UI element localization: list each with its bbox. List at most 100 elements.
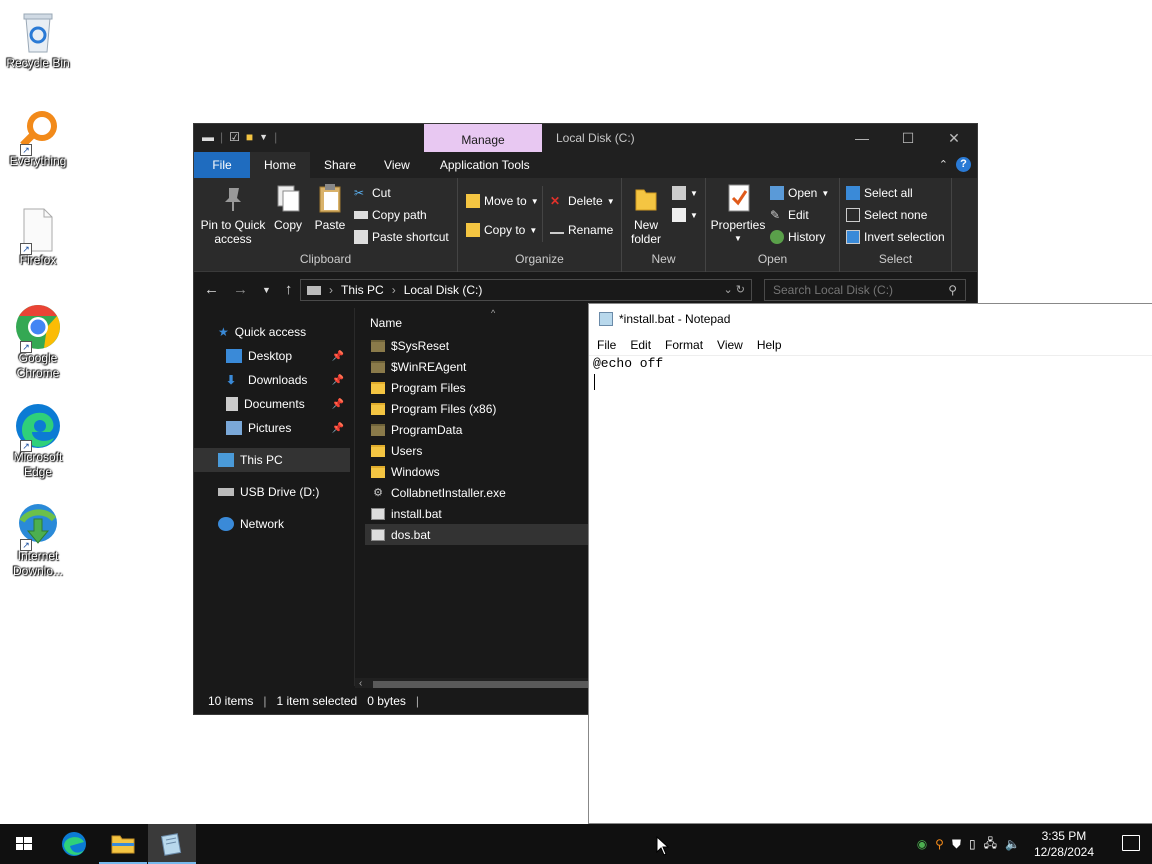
taskbar: ◉ ⚲ ⛊ ▯ 🖧 🔈 3:35 PM 12/28/2024 (0, 824, 1152, 864)
forward-arrow-icon[interactable]: → (233, 281, 248, 299)
cut-button[interactable]: ✂ Cut (354, 186, 391, 200)
minimize-button[interactable]: — (839, 124, 885, 152)
select-none-icon (846, 208, 860, 222)
maximize-button[interactable]: ☐ (885, 124, 931, 152)
search-box[interactable]: ⚲ (764, 279, 966, 301)
file-row[interactable]: Windows (365, 461, 625, 482)
nav-downloads[interactable]: ⬇ Downloads 📌 (194, 368, 350, 392)
file-row[interactable]: ⚙ CollabnetInstaller.exe (365, 482, 625, 503)
volume-muted-icon[interactable]: 🔈 (1005, 837, 1020, 851)
up-arrow-icon[interactable]: ↑ (285, 281, 293, 299)
tab-application-tools[interactable]: Application Tools (424, 152, 544, 178)
notepad-title: *install.bat - Notepad (619, 312, 731, 326)
action-center-icon[interactable] (1122, 835, 1140, 851)
clock[interactable]: 3:35 PM 12/28/2024 (1028, 828, 1100, 860)
desktop-icon-edge[interactable]: ↗ Microsoft Edge (4, 402, 72, 480)
network-tray-icon[interactable]: 🖧 (984, 834, 997, 855)
nav-usb-drive[interactable]: USB Drive (D:) (194, 480, 350, 504)
collapse-ribbon-icon[interactable]: ⌃ (939, 158, 948, 171)
nav-desktop[interactable]: Desktop 📌 (194, 344, 350, 368)
menu-file[interactable]: File (597, 338, 616, 352)
properties-qat-icon[interactable]: ☑ (229, 130, 240, 144)
edge-icon (62, 832, 86, 856)
refresh-icon[interactable]: ⌄ ↻ (724, 283, 746, 296)
recent-locations-chevron-icon[interactable]: ▼ (262, 281, 271, 299)
menu-view[interactable]: View (717, 338, 743, 352)
desktop-icon-firefox[interactable]: ↗ Firefox (4, 205, 72, 268)
edit-pencil-icon: ✎ (770, 208, 781, 222)
close-button[interactable]: ✕ (931, 124, 977, 152)
breadcrumb-local-disk[interactable]: Local Disk (C:) (404, 283, 483, 297)
file-row[interactable]: Program Files (365, 377, 625, 398)
notepad-titlebar[interactable]: *install.bat - Notepad (589, 304, 1152, 334)
taskbar-file-explorer-button[interactable] (99, 824, 147, 864)
tab-share[interactable]: Share (310, 152, 370, 178)
everything-search-icon: ↗ (14, 106, 62, 156)
explorer-titlebar[interactable]: ▬ | ☑ ■ ▼ | Manage Local Disk (C:) — ☐ ✕ (194, 124, 977, 152)
nav-network[interactable]: Network (194, 512, 350, 536)
desktop-icon-recycle-bin[interactable]: Recycle Bin (4, 8, 72, 71)
back-arrow-icon[interactable]: ← (204, 281, 219, 299)
paste-button[interactable]: Paste (312, 182, 348, 232)
file-row-selected[interactable]: dos.bat (365, 524, 605, 545)
desktop-icon-label: Microsoft Edge (13, 450, 63, 479)
new-folder-qat-icon[interactable]: ■ (246, 130, 253, 144)
tab-view[interactable]: View (370, 152, 424, 178)
breadcrumb-this-pc[interactable]: This PC (341, 283, 384, 297)
select-none-button[interactable]: Select none (846, 208, 927, 222)
address-bar[interactable]: › This PC › Local Disk (C:) ⌄ ↻ (300, 279, 752, 301)
file-row[interactable]: Users (365, 440, 625, 461)
copy-button[interactable]: Copy (270, 182, 306, 232)
search-input[interactable] (765, 280, 935, 300)
column-header-name[interactable]: Name (370, 316, 402, 330)
nav-documents[interactable]: Documents 📌 (194, 392, 350, 416)
taskbar-edge-button[interactable] (50, 824, 98, 864)
batch-file-icon (371, 507, 385, 520)
idm-tray-icon[interactable]: ◉ (917, 837, 927, 851)
pin-to-quick-access-button[interactable]: Pin to Quick access (200, 182, 266, 246)
security-shield-icon[interactable]: ⛊ (952, 837, 961, 852)
customize-qat-icon[interactable]: ▼ (259, 132, 268, 142)
file-row[interactable]: install.bat (365, 503, 625, 524)
desktop-icon-chrome[interactable]: ↗ Google Chrome (4, 303, 72, 381)
easy-access-button[interactable]: ▼ (672, 208, 698, 222)
help-icon[interactable]: ? (956, 157, 971, 172)
copy-path-button[interactable]: Copy path (354, 208, 427, 222)
tab-home[interactable]: Home (250, 152, 311, 178)
notepad-window[interactable]: *install.bat - Notepad File Edit Format … (588, 303, 1152, 824)
move-folder-icon (466, 194, 480, 208)
new-item-button[interactable]: ▼ (672, 186, 698, 200)
nav-this-pc[interactable]: This PC (194, 448, 350, 472)
desktop-icon-everything[interactable]: ↗ Everything (4, 106, 72, 169)
search-icon: ⚲ (948, 283, 957, 297)
edit-button[interactable]: ✎ Edit (770, 208, 809, 222)
menu-help[interactable]: Help (757, 338, 782, 352)
invert-selection-button[interactable]: Invert selection (846, 230, 945, 244)
file-row[interactable]: $SysReset (365, 335, 625, 356)
move-to-button[interactable]: Move to ▼ (466, 194, 539, 208)
tab-file[interactable]: File (194, 152, 250, 178)
notepad-text-area[interactable]: @echo off (593, 356, 663, 371)
open-button[interactable]: Open ▼ (770, 186, 829, 200)
nav-pictures[interactable]: Pictures 📌 (194, 416, 350, 440)
nav-quick-access[interactable]: ★ Quick access (194, 320, 350, 344)
start-button[interactable] (0, 824, 48, 864)
file-row[interactable]: ProgramData (365, 419, 625, 440)
tab-manage[interactable]: Manage (424, 124, 542, 152)
desktop-icon-idm[interactable]: ↗ Internet Downlo... (4, 501, 72, 579)
rename-button[interactable]: Rename (550, 223, 613, 237)
file-row[interactable]: Program Files (x86) (365, 398, 625, 419)
copy-to-button[interactable]: Copy to ▼ (466, 223, 537, 237)
delete-button[interactable]: ✕ Delete ▼ (550, 194, 615, 208)
everything-tray-icon[interactable]: ⚲ (935, 837, 944, 851)
properties-button[interactable]: Properties ▼ (710, 182, 766, 246)
select-all-button[interactable]: Select all (846, 186, 913, 200)
new-folder-button[interactable]: New folder (626, 182, 666, 246)
taskbar-notepad-button[interactable] (148, 824, 196, 864)
file-row[interactable]: $WinREAgent (365, 356, 625, 377)
paste-shortcut-button[interactable]: Paste shortcut (354, 230, 449, 244)
menu-format[interactable]: Format (665, 338, 703, 352)
menu-edit[interactable]: Edit (630, 338, 651, 352)
history-button[interactable]: History (770, 230, 825, 244)
usb-eject-icon[interactable]: ▯ (969, 837, 976, 851)
